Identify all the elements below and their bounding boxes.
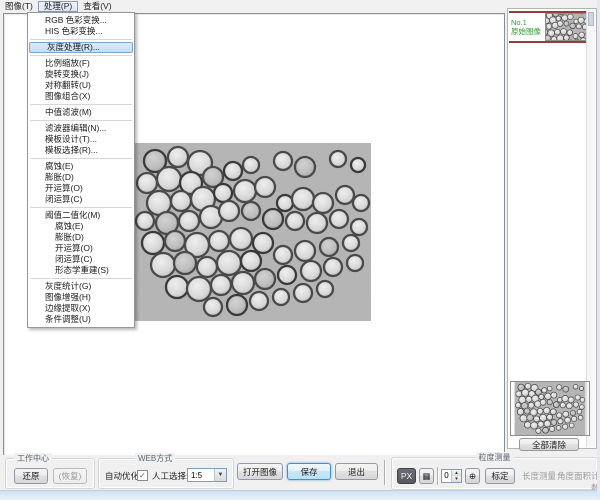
menu-item-filter-edit[interactable]: 滤波器编辑(N)...	[28, 123, 134, 134]
menu-view[interactable]: 查看(V)	[78, 1, 116, 12]
menu-separator	[30, 120, 132, 121]
web-mode-group-label: WEB方式	[135, 453, 175, 464]
menu-item-his-transform[interactable]: HIS 色彩变换...	[28, 26, 134, 37]
work-center-group: 工作中心 还原 (恢复)	[5, 458, 95, 489]
menu-separator	[30, 104, 132, 105]
web-mode-group: WEB方式 自动优化 ✓ 人工选择: 1:5 ▼	[98, 458, 234, 489]
menu-separator	[30, 55, 132, 56]
menu-item-dilate[interactable]: 膨胀(D)	[28, 172, 134, 183]
menu-item-gray-stats[interactable]: 灰度统计(G)	[28, 281, 134, 292]
ratio-select[interactable]: 1:5 ▼	[187, 468, 227, 482]
menu-item-gray-process[interactable]: 灰度处理(R)...	[29, 42, 133, 53]
image-list-thumbnail	[545, 13, 589, 41]
length-measure-button[interactable]: 长度测量	[522, 470, 556, 482]
menu-item-median-filter[interactable]: 中值滤波(M)	[28, 107, 134, 118]
measure-group: 粒度测量 PX ▦ 0 ▲▼ ⊕ 标定 长度测量 角度 面积 计数	[391, 457, 598, 490]
auto-optimize-checkbox[interactable]: ✓	[137, 470, 148, 481]
pixel-tool-button[interactable]: PX	[397, 468, 416, 484]
menu-item-rotate[interactable]: 旋转变换(J)	[28, 69, 134, 80]
menu-item-template-design[interactable]: 模板设计(T)...	[28, 134, 134, 145]
menu-item-bin-open[interactable]: 开运算(O)	[28, 243, 134, 254]
spinner-down-icon[interactable]: ▼	[452, 476, 461, 482]
clear-all-button[interactable]: 全部清除	[519, 438, 579, 451]
menu-item-close-op[interactable]: 闭运算(C)	[28, 194, 134, 205]
menu-item-template-select[interactable]: 模板选择(R)...	[28, 145, 134, 156]
spinner-arrows[interactable]: ▲▼	[451, 470, 461, 482]
menu-item-flip[interactable]: 对称翻转(U)	[28, 80, 134, 91]
menu-process[interactable]: 处理(P)	[38, 1, 78, 12]
menu-item-edge-extract[interactable]: 边缘提取(X)	[28, 303, 134, 314]
menu-item-morph-rebuild[interactable]: 形态学重建(S)	[28, 265, 134, 276]
bottom-toolbar: 工作中心 还原 (恢复) WEB方式 自动优化 ✓ 人工选择: 1:5 ▼ 打开…	[0, 455, 600, 490]
menu-item-condition-adjust[interactable]: 条件调整(U)	[28, 314, 134, 325]
image-list-item-label: No.1 原始图像	[509, 18, 545, 37]
count-spinner[interactable]: 0 ▲▼	[441, 469, 462, 483]
chevron-down-icon[interactable]: ▼	[214, 469, 226, 481]
menu-item-enhance[interactable]: 图像增强(H)	[28, 292, 134, 303]
open-image-button[interactable]: 打开图像	[237, 463, 283, 480]
menu-image[interactable]: 图像(T)	[0, 1, 38, 12]
menu-separator	[30, 278, 132, 279]
count-spinner-value: 0	[442, 470, 451, 482]
menu-item-combine[interactable]: 图像组合(X)	[28, 91, 134, 102]
menu-item-bin-dilate[interactable]: 膨胀(D)	[28, 232, 134, 243]
angle-measure-button[interactable]: 角度	[557, 470, 574, 482]
menu-item-threshold[interactable]: 阈值二值化(M)	[28, 210, 134, 221]
work-center-group-label: 工作中心	[14, 453, 52, 464]
grid-tool-button[interactable]: ▦	[419, 468, 434, 484]
undo-button[interactable]: 还原	[14, 468, 48, 484]
ratio-select-value: 1:5	[188, 471, 214, 480]
exit-button[interactable]: 退出	[335, 463, 378, 480]
menu-item-bin-erode[interactable]: 腐蚀(E)	[28, 221, 134, 232]
image-list-panel: No.1 原始图像 全部清除	[507, 8, 597, 449]
scrollbar-thumb[interactable]	[588, 12, 594, 26]
menu-item-scale[interactable]: 比例缩放(F)	[28, 58, 134, 69]
manual-select-label: 人工选择:	[152, 470, 188, 482]
toolbar-divider	[384, 460, 386, 485]
menu-separator	[30, 207, 132, 208]
menu-item-rgb-transform[interactable]: RGB 色彩变换...	[28, 15, 134, 26]
preview-thumbnail[interactable]	[510, 381, 590, 436]
menu-item-open-op[interactable]: 开运算(O)	[28, 183, 134, 194]
app-window: 图像(T) 处理(P) 查看(V)	[0, 0, 600, 499]
tem-image-canvas[interactable]	[133, 143, 371, 321]
menu-separator	[30, 158, 132, 159]
tool-divider	[437, 467, 439, 485]
area-measure-button[interactable]: 面积	[574, 470, 591, 482]
target-tool-button[interactable]: ⊕	[465, 468, 480, 484]
calibrate-button[interactable]: 标定	[485, 468, 515, 484]
process-dropdown-menu: RGB 色彩变换... HIS 色彩变换... 灰度处理(R)... 比例缩放(…	[27, 12, 135, 328]
image-list-item[interactable]: No.1 原始图像	[509, 11, 589, 43]
redo-button[interactable]: (恢复)	[53, 468, 87, 484]
measure-group-label: 粒度测量	[476, 452, 514, 463]
save-button[interactable]: 保存	[287, 463, 331, 480]
menu-item-erode[interactable]: 腐蚀(E)	[28, 161, 134, 172]
menu-item-bin-close[interactable]: 闭运算(C)	[28, 254, 134, 265]
menu-separator	[30, 39, 132, 40]
auto-optimize-label: 自动优化	[105, 470, 139, 482]
